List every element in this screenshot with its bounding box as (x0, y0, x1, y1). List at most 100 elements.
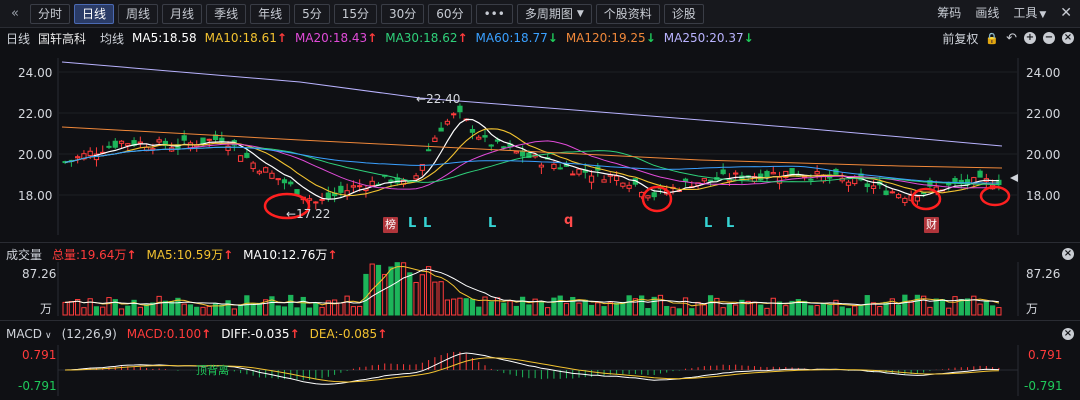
volume-bar (845, 308, 852, 316)
macd-bottom-tick-left: -0.791 (18, 379, 57, 393)
volume-bar (808, 305, 814, 316)
event-marker-q[interactable]: q (564, 213, 573, 228)
candle-body (250, 162, 256, 170)
volume-bar (463, 298, 469, 316)
candle-body (244, 152, 250, 158)
price-tick-label: 24.00 (1026, 66, 1061, 80)
macd-header: MACD ∨ (12,26,9) MACD:0.100↑ DIFF:-0.035↑… (0, 325, 1080, 343)
volume-title: 成交量 (6, 247, 43, 262)
volume-bar (858, 304, 864, 316)
volume-bar (181, 303, 187, 316)
candle-body (864, 183, 870, 188)
volume-bar (231, 308, 237, 316)
close-volume-icon[interactable]: × (1062, 248, 1074, 260)
volume-bar (137, 306, 143, 316)
volume-bar (313, 302, 319, 316)
candle-body (325, 192, 331, 200)
candle-body (551, 163, 557, 169)
volume-bar (958, 298, 964, 316)
candle-body (764, 171, 770, 178)
macd-title[interactable]: MACD ∨ (6, 327, 52, 341)
financial-report-badge[interactable]: 财 (924, 217, 939, 233)
volume-bar (526, 304, 532, 316)
volume-bar (733, 304, 739, 316)
close-macd-icon[interactable]: × (1062, 328, 1074, 340)
event-marker-l[interactable]: L (726, 216, 734, 231)
candle-body (770, 172, 776, 175)
volume-bar (983, 301, 989, 316)
candle-body (814, 171, 820, 175)
volume-bar (100, 306, 106, 316)
volume-bar (770, 297, 776, 316)
candle-body (588, 175, 595, 183)
volume-bar (469, 298, 476, 316)
macd-title-text: MACD (6, 327, 42, 341)
event-marker-l[interactable]: L (704, 216, 712, 231)
volume-bar (338, 302, 344, 316)
macd-value-text: MACD:0.100 (126, 327, 202, 341)
arrow-up-icon: ↑ (377, 327, 388, 341)
volume-bar (306, 307, 313, 316)
volume-bar (538, 300, 545, 316)
volume-bar (827, 304, 833, 316)
candle-body (319, 198, 325, 201)
volume-bar (977, 303, 983, 316)
volume-bar (275, 305, 281, 316)
volume-bar (476, 306, 482, 316)
volume-bar (388, 266, 394, 316)
volume-bar (626, 295, 632, 316)
high-price-value: 22.40 (426, 92, 461, 106)
volume-bar (664, 306, 670, 316)
volume-bar (118, 308, 125, 316)
volume-bar (852, 305, 858, 316)
volume-bar (106, 297, 112, 316)
volume-bar (833, 299, 839, 316)
candle-body (576, 168, 582, 175)
volume-bar (375, 264, 382, 316)
volume-bar (382, 273, 388, 316)
volume-bar (720, 307, 726, 316)
candle-body (501, 146, 507, 149)
dea-value: DEA:-0.085↑ (310, 327, 388, 341)
volume-bar (645, 308, 651, 316)
volume-total-text: 总量:19.64万 (52, 247, 127, 262)
volume-bar (444, 299, 451, 316)
event-marker-l[interactable]: L (488, 216, 496, 231)
volume-bar (864, 295, 870, 316)
volume-bar (394, 262, 400, 316)
candle-body (432, 137, 438, 142)
volume-bar (758, 304, 764, 316)
candle-body (488, 144, 494, 147)
candle-body (613, 175, 620, 181)
candle-body (651, 192, 657, 198)
dea-value-text: DEA:-0.085 (309, 327, 378, 341)
price-tick-label: 18.00 (18, 189, 53, 203)
volume-bar (689, 308, 695, 316)
volume-unit-right: 万 (1026, 302, 1039, 316)
macd-top-tick-left: 0.791 (22, 348, 57, 362)
volume-bar (200, 306, 206, 316)
ranking-badge[interactable]: 榜 (383, 217, 398, 233)
candle-body (281, 179, 288, 184)
candle-body (707, 179, 714, 182)
volume-bar (576, 302, 582, 316)
candle-body (451, 113, 457, 116)
volume-bar (206, 305, 212, 316)
candle-body (275, 178, 281, 181)
event-marker-l[interactable]: L (408, 216, 416, 231)
volume-bar (219, 304, 225, 316)
volume-bar (682, 297, 689, 316)
volume-bar (143, 304, 150, 316)
volume-bar (212, 302, 219, 316)
volume-bar (595, 302, 601, 316)
macd-params: (12,26,9) (61, 327, 117, 341)
candle-body (883, 190, 889, 196)
volume-bar (714, 297, 720, 316)
volume-bar (331, 299, 338, 316)
volume-bar (939, 299, 946, 316)
last-price-marker (1010, 174, 1018, 182)
event-marker-l[interactable]: L (423, 216, 431, 231)
candle-body (645, 195, 651, 199)
candle-body (482, 135, 488, 138)
volume-bar (996, 307, 1002, 316)
